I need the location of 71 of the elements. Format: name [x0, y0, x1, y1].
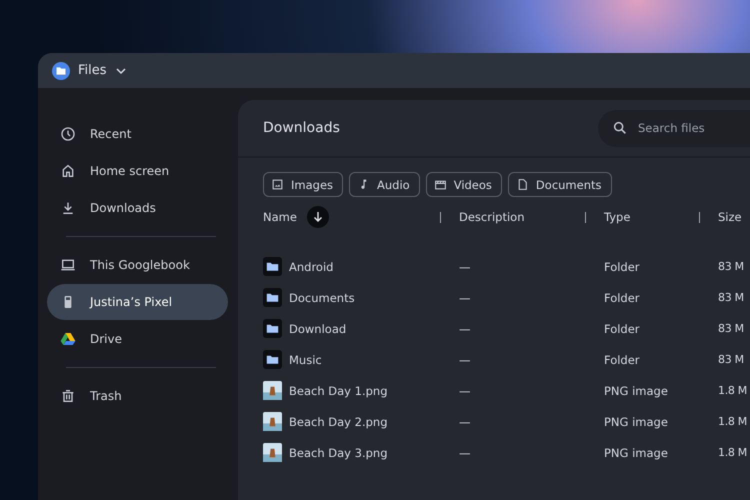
description-cell-text: —: [459, 384, 472, 398]
sidebar-item[interactable]: Recent: [47, 116, 228, 152]
description-cell-text: —: [459, 260, 472, 274]
file-row[interactable]: Download — Folder 83 M: [238, 313, 750, 344]
description-cell-text: —: [459, 352, 472, 366]
file-row[interactable]: Android — Folder 83 M: [238, 251, 750, 282]
folder-icon: [263, 288, 282, 307]
clock-icon: [60, 126, 76, 142]
size-cell-text: 83 M: [718, 322, 745, 335]
trash-icon: [60, 388, 76, 404]
sidebar-item[interactable]: Justina’s Pixel: [47, 284, 228, 320]
arrow-down-icon: [312, 211, 324, 223]
type-cell-text: Folder: [604, 260, 641, 274]
size-cell-text: 83 M: [718, 260, 745, 273]
file-name: Documents: [289, 290, 355, 304]
type-cell-text: PNG image: [604, 446, 669, 460]
folder-icon: [263, 319, 282, 338]
image-thumbnail-icon: [263, 412, 282, 431]
image-thumbnail-icon: [263, 443, 282, 462]
file-row[interactable]: Beach Day 1.png — PNG image 1.8 M: [238, 375, 750, 406]
file-row[interactable]: Beach Day 2.png — PNG image 1.8 M: [238, 406, 750, 437]
type-cell-text: PNG image: [604, 414, 669, 428]
image-thumbnail-icon: [263, 381, 282, 400]
filter-chip[interactable]: Audio: [349, 172, 420, 197]
window-title: Files: [78, 63, 107, 78]
type-cell-text: Folder: [604, 352, 641, 366]
folder-icon: [263, 257, 282, 276]
sidebar-item[interactable]: Trash: [47, 378, 228, 414]
document-icon: [516, 178, 529, 191]
sidebar-item[interactable]: Downloads: [47, 190, 228, 226]
size-cell-text: 1.8 M: [718, 446, 748, 459]
home-icon: [60, 163, 76, 179]
type-cell-text: Folder: [604, 322, 641, 336]
clapperboard-icon: [434, 178, 447, 191]
file-row[interactable]: Beach Day 3.png — PNG image 1.8 M: [238, 437, 750, 468]
search-field[interactable]: Search files: [598, 110, 750, 146]
filter-chip[interactable]: Videos: [426, 172, 502, 197]
file-row[interactable]: Documents — Folder 83 M: [238, 282, 750, 313]
file-row[interactable]: Music — Folder 83 M: [238, 344, 750, 375]
file-name: Music: [289, 352, 322, 366]
sidebar-item[interactable]: This Googlebook: [47, 247, 228, 283]
laptop-icon: [60, 257, 76, 273]
type-cell-text: PNG image: [604, 384, 669, 398]
sort-button[interactable]: [306, 206, 329, 228]
size-cell-text: 83 M: [718, 353, 745, 366]
file-name: Beach Day 2.png: [289, 414, 388, 428]
size-cell-text: 1.8 M: [718, 415, 748, 428]
column-header[interactable]: Description: [459, 210, 524, 224]
folder-app-icon: [52, 62, 70, 80]
column-header[interactable]: Name: [263, 210, 297, 224]
sidebar-item[interactable]: Home screen: [47, 153, 228, 189]
file-name: Beach Day 3.png: [289, 446, 388, 460]
description-cell-text: —: [459, 322, 472, 336]
drive-icon: [60, 331, 76, 347]
column-header[interactable]: Size: [718, 210, 742, 224]
description-cell-text: —: [459, 446, 472, 460]
folder-title: Downloads: [263, 120, 340, 136]
filter-chip[interactable]: Documents: [508, 172, 612, 197]
filter-chip[interactable]: Images: [263, 172, 344, 197]
size-cell-text: 1.8 M: [718, 384, 748, 397]
image-icon: [271, 178, 284, 191]
file-name: Beach Day 1.png: [289, 384, 388, 398]
file-name: Download: [289, 322, 346, 336]
description-cell-text: —: [459, 290, 472, 304]
sidebar-item[interactable]: Drive: [47, 321, 228, 357]
type-cell-text: Folder: [604, 290, 641, 304]
folder-icon: [263, 350, 282, 369]
column-header[interactable]: Type: [604, 210, 630, 224]
file-name: Android: [289, 260, 334, 274]
description-cell-text: —: [459, 414, 472, 428]
size-cell-text: 83 M: [718, 291, 745, 304]
